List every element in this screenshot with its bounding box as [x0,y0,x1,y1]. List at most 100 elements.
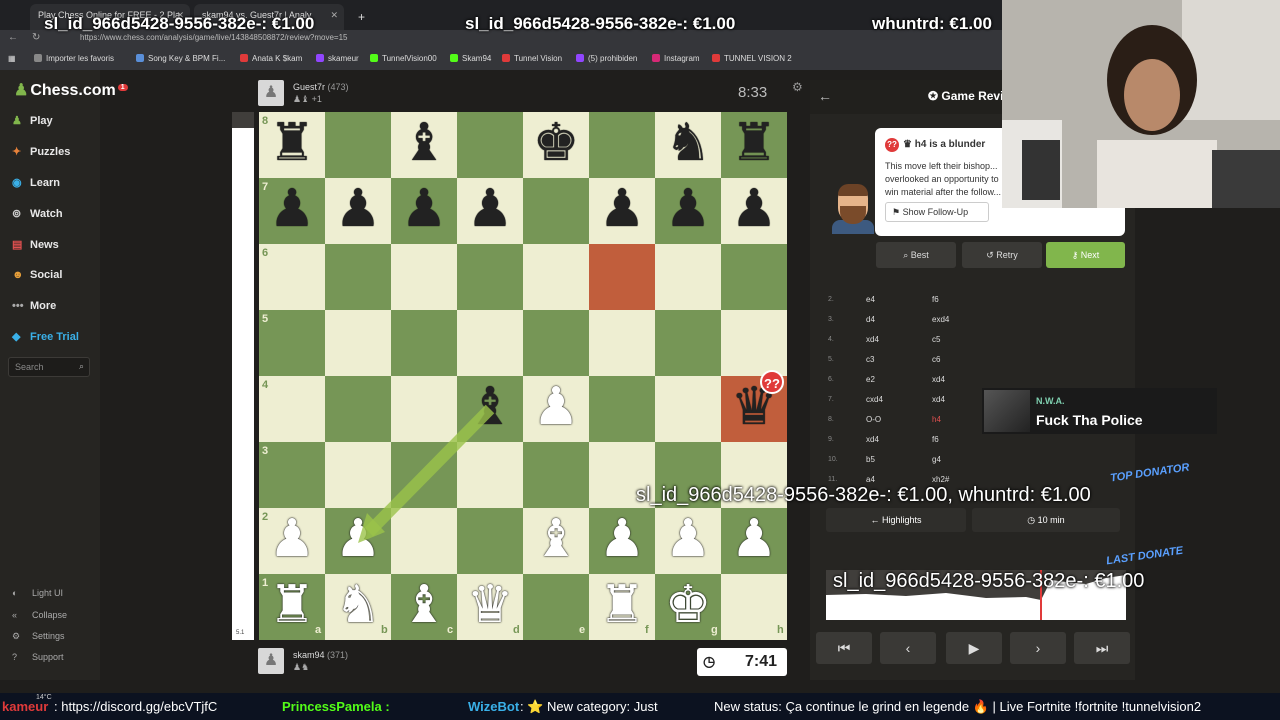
black-knight-piece[interactable]: ♞ [655,112,721,178]
nav-puzzles[interactable]: ✦ Puzzles [12,145,70,158]
square-d2[interactable] [457,508,523,574]
black-rook-piece[interactable]: ♜ [721,112,787,178]
white-move[interactable]: a4 [866,475,875,484]
avatar[interactable]: ♟ [258,648,284,674]
avatar[interactable]: ♟ [258,80,284,106]
bookmark-item[interactable]: Song Key & BPM Fi... [136,54,225,63]
black-move[interactable]: c6 [932,355,940,364]
show-follow-up-button[interactable]: ⚑ Show Follow-Up [885,202,989,222]
white-move[interactable]: O-O [866,415,881,424]
square-g5[interactable] [655,310,721,376]
black-move[interactable]: g4 [932,455,941,464]
next-move-button[interactable]: › [1010,632,1066,664]
square-f5[interactable] [589,310,655,376]
retry-button[interactable]: ↺ Retry [962,242,1042,268]
next-button[interactable]: ⚷ Next [1046,242,1125,268]
black-pawn-piece[interactable]: ♟ [721,178,787,244]
square-b6[interactable] [325,244,391,310]
white-move[interactable]: b5 [866,455,875,464]
black-pawn-piece[interactable]: ♟ [589,178,655,244]
black-rook-piece[interactable]: ♜ [259,112,325,178]
black-move[interactable]: f6 [932,435,939,444]
settings-link[interactable]: ⚙ Settings [12,631,65,642]
black-move[interactable]: f6 [932,295,939,304]
square-c4[interactable] [391,376,457,442]
player-name[interactable]: Guest7r (473) [293,82,349,92]
bookmark-item[interactable]: Tunnel Vision [502,54,562,63]
search-input[interactable]: Search ⌕ [8,357,90,377]
square-f8[interactable] [589,112,655,178]
nav-more[interactable]: ••• More [12,300,56,312]
bookmark-item[interactable]: Skam94 [450,54,491,63]
black-move[interactable]: c5 [932,335,940,344]
chess-board[interactable]: ♜ ♝ ♚ ♞ ♜ ♟ ♟ ♟ ♟ ♟ ♟ ♟ ♝ ♟ ♛ ♟ ♟ ♝ ♟ ♟ ♟ ♜ ♞ ♝ ♛ ♜ ♚ 8 7 6 5 4 3 2 1 a b c d e… [259,112,787,640]
white-move[interactable]: cxd4 [866,395,883,404]
white-bishop-piece[interactable]: ♝ [523,508,589,574]
nav-play[interactable]: ♟ Play [12,114,53,127]
white-pawn-piece[interactable]: ♟ [259,508,325,574]
black-pawn-piece[interactable]: ♟ [325,178,391,244]
white-pawn-piece[interactable]: ♟ [325,508,391,574]
white-move[interactable]: c3 [866,355,874,364]
gear-icon[interactable]: ⚙ [792,80,803,94]
black-bishop-piece[interactable]: ♝ [457,376,523,442]
black-move[interactable]: xd4 [932,395,945,404]
black-pawn-piece[interactable]: ♟ [391,178,457,244]
url-field[interactable]: https://www.chess.com/analysis/game/live… [80,33,347,42]
square-c6[interactable] [391,244,457,310]
square-e6[interactable] [523,244,589,310]
square-d8[interactable] [457,112,523,178]
back-arrow-icon[interactable]: ← [818,88,832,104]
white-move[interactable]: d4 [866,315,875,324]
square-g6[interactable] [655,244,721,310]
square-b8[interactable] [325,112,391,178]
support-link[interactable]: ? Support [12,652,64,662]
white-pawn-piece[interactable]: ♟ [589,508,655,574]
square-a5[interactable] [259,310,325,376]
white-move[interactable]: xd4 [866,335,879,344]
square-h6[interactable] [721,244,787,310]
square-b3[interactable] [325,442,391,508]
black-pawn-piece[interactable]: ♟ [259,178,325,244]
light-ui-toggle[interactable]: ◐ Light UI [12,588,63,598]
white-move[interactable]: xd4 [866,435,879,444]
square-a3[interactable] [259,442,325,508]
play-button[interactable]: ▶ [946,632,1002,664]
square-b5[interactable] [325,310,391,376]
bookmark-item[interactable]: (5) prohibiden [576,54,637,63]
bookmark-item[interactable]: Instagram [652,54,700,63]
bookmark-item[interactable]: TUNNEL VISION 2 [712,54,792,63]
last-move-button[interactable]: ⏭ [1074,632,1130,664]
black-move[interactable]: exd4 [932,315,949,324]
square-d5[interactable] [457,310,523,376]
black-move[interactable]: xh2# [932,475,949,484]
search-icon[interactable]: ⌕ [79,361,84,372]
new-tab-button[interactable]: + [350,4,372,30]
bookmark-item[interactable]: Anata K $kam [240,54,302,63]
apps-icon[interactable]: ▦ [8,54,16,63]
white-pawn-piece[interactable]: ♟ [721,508,787,574]
chess-logo[interactable]: ♟ Chess.com 1 [14,80,128,100]
back-icon[interactable]: ← [8,32,18,43]
square-e7[interactable] [523,178,589,244]
square-d6[interactable] [457,244,523,310]
white-move[interactable]: e4 [866,295,875,304]
nav-news[interactable]: ▤ News [12,238,59,251]
bookmark-item[interactable]: TunnelVision00 [370,54,437,63]
square-c2[interactable] [391,508,457,574]
close-icon[interactable]: ✕ [330,10,338,21]
black-move[interactable]: h4 [932,415,941,424]
black-pawn-piece[interactable]: ♟ [655,178,721,244]
white-move[interactable]: e2 [866,375,875,384]
black-move[interactable]: xd4 [932,375,945,384]
square-g4[interactable] [655,376,721,442]
square-c3[interactable] [391,442,457,508]
nav-learn[interactable]: ◉ Learn [12,176,60,189]
black-pawn-piece[interactable]: ♟ [457,178,523,244]
square-h5[interactable] [721,310,787,376]
square-a4[interactable] [259,376,325,442]
square-e5[interactable] [523,310,589,376]
nav-watch[interactable]: ⊚ Watch [12,207,63,220]
black-king-piece[interactable]: ♚ [523,112,589,178]
player-name[interactable]: skam94 (371) [293,650,348,660]
